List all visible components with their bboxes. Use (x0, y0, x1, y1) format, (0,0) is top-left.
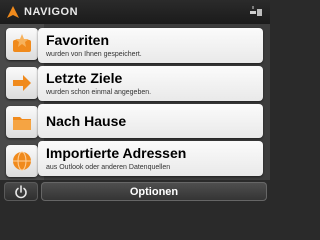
menu-item-title: Importierte Adressen (46, 145, 187, 161)
folder-home-icon[interactable] (6, 106, 38, 138)
options-button[interactable]: Optionen (41, 182, 267, 201)
top-bar: NAVIGON (0, 0, 270, 24)
brand-text: NAVIGON (24, 6, 79, 18)
brand-logo: NAVIGON (6, 4, 78, 20)
orange-arrow-icon[interactable] (6, 67, 38, 99)
menu-item-subtitle: wurden von Ihnen gespeichert. (46, 51, 142, 58)
menu-item-favorites[interactable]: Favoriten wurden von Ihnen gespeichert. (38, 28, 263, 63)
menu-item-title: Nach Hause (46, 113, 127, 129)
power-icon (15, 184, 27, 198)
menu-item-title: Favoriten (46, 32, 110, 48)
star-folder-icon[interactable] (6, 28, 38, 60)
menu-item-home[interactable]: Nach Hause (38, 104, 263, 138)
globe-import-icon[interactable] (6, 145, 38, 177)
menu-item-recent-destinations[interactable]: Letzte Ziele wurden schon einmal angegeb… (38, 66, 263, 101)
navigon-arrow-icon (7, 6, 19, 18)
menu-item-subtitle: aus Outlook oder anderen Datenquellen (46, 164, 171, 171)
menu-item-subtitle: wurden schon einmal angegeben. (46, 89, 152, 96)
power-button[interactable] (4, 182, 38, 201)
bottom-bar: Optionen (0, 180, 270, 203)
navigation-screen: NAVIGON Favoriten wurden von Ihnen gespe… (0, 0, 270, 203)
menu-item-title: Letzte Ziele (46, 70, 123, 86)
menu-item-imported-addresses[interactable]: Importierte Adressen aus Outlook oder an… (38, 141, 263, 176)
gps-satellite-icon (248, 5, 264, 19)
